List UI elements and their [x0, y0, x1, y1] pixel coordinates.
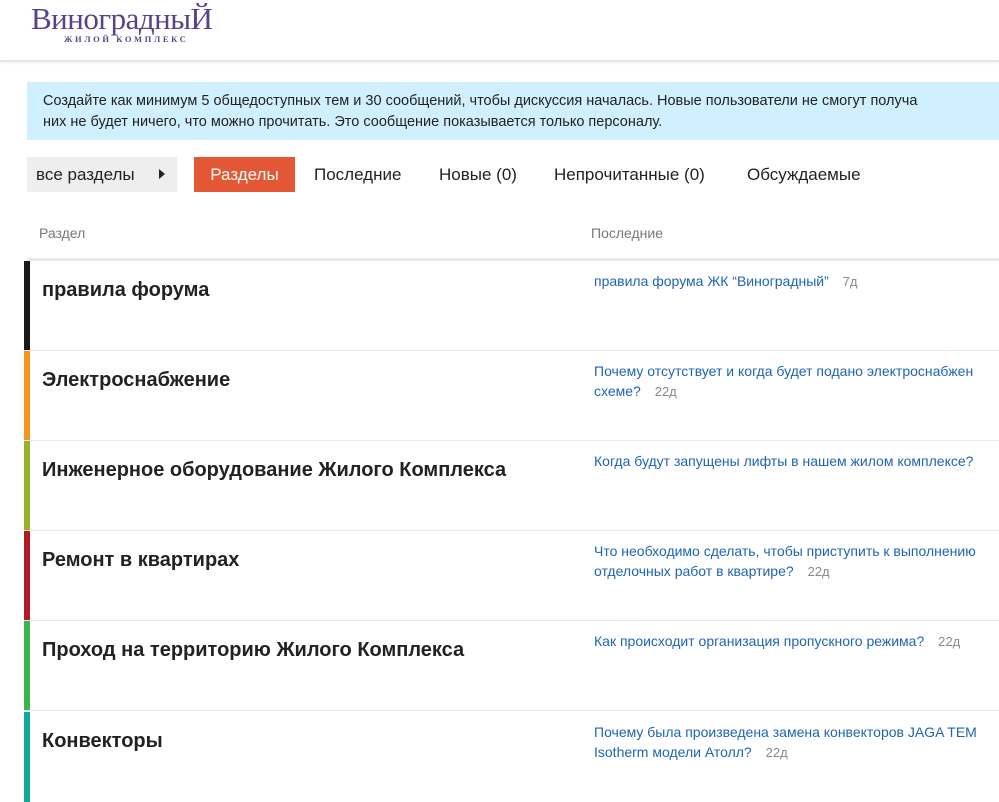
category-color-bar [24, 531, 30, 620]
latest-topic-link[interactable]: Почему отсутствует и когда будет подано … [594, 363, 973, 379]
latest-topic-link[interactable]: правила форума ЖК “Виноградный” [594, 273, 829, 289]
tab-unread[interactable]: Непрочитанные (0) [554, 157, 705, 192]
latest-topic: правила форума ЖК “Виноградный” 7д [594, 271, 999, 292]
latest-topic: Когда будут запущены лифты в нашем жилом… [594, 451, 999, 471]
latest-topic-link[interactable]: Как происходит организация пропускного р… [594, 633, 924, 649]
category-name-link[interactable]: Электроснабжение [42, 369, 230, 392]
column-header-latest: Последние [591, 225, 664, 241]
category-row: Инженерное оборудование Жилого Комплекса… [24, 441, 999, 531]
notice-line-2: них не будет ничего, что можно прочитать… [43, 114, 663, 130]
topic-age: 22д [765, 745, 788, 760]
latest-topic: Что необходимо сделать, чтобы приступить… [594, 541, 999, 582]
category-name-link[interactable]: Конвекторы [42, 730, 163, 753]
caret-right-icon [159, 169, 165, 179]
site-logo[interactable]: ВиноградныЙ ЖИЛОЙ КОМПЛЕКС [31, 2, 231, 48]
topic-age: 22д [807, 564, 830, 579]
latest-topic-link-cont[interactable]: отделочных работ в квартире? [594, 563, 794, 579]
latest-topic-link[interactable]: Что необходимо сделать, чтобы приступить… [594, 543, 976, 559]
column-header-category: Раздел [39, 225, 86, 241]
category-name-link[interactable]: правила форума [42, 279, 209, 302]
topic-age: 7д [842, 274, 858, 289]
tab-top[interactable]: Обсуждаемые [747, 157, 861, 192]
tab-latest[interactable]: Последние [314, 157, 401, 192]
latest-topic-link-cont[interactable]: Isotherm модели Атолл? [594, 744, 752, 760]
category-dropdown-label: все разделы [36, 165, 135, 184]
category-name-link[interactable]: Инженерное оборудование Жилого Комплекса [42, 459, 506, 482]
site-header: ВиноградныЙ ЖИЛОЙ КОМПЛЕКС [0, 0, 999, 62]
latest-topic: Почему была произведена замена конвектор… [594, 722, 999, 763]
topic-age: 22д [654, 384, 677, 399]
logo-subtitle: ЖИЛОЙ КОМПЛЕКС [64, 34, 189, 44]
notice-line-1: Создайте как минимум 5 общедоступных тем… [43, 93, 918, 109]
latest-topic: Как происходит организация пропускного р… [594, 631, 999, 652]
category-color-bar [24, 441, 30, 530]
category-row: Электроснабжение Почему отсутствует и ко… [24, 351, 999, 441]
category-color-bar [24, 351, 30, 440]
category-name-link[interactable]: Ремонт в квартирах [42, 549, 239, 572]
staff-notice-banner: Создайте как минимум 5 общедоступных тем… [27, 82, 999, 140]
category-row: Проход на территорию Жилого Комплекса Ка… [24, 621, 999, 711]
latest-topic-link[interactable]: Когда будут запущены лифты в нашем жилом… [594, 453, 973, 469]
tab-categories[interactable]: Разделы [194, 157, 295, 192]
category-name-link[interactable]: Проход на территорию Жилого Комплекса [42, 639, 464, 662]
category-color-bar [24, 712, 30, 802]
category-row: правила форума правила форума ЖК “Виногр… [24, 261, 999, 351]
category-dropdown[interactable]: все разделы [27, 157, 177, 192]
latest-topic-link[interactable]: Почему была произведена замена конвектор… [594, 724, 977, 740]
topic-age: 22д [938, 634, 961, 649]
category-color-bar [24, 261, 30, 350]
latest-topic: Почему отсутствует и когда будет подано … [594, 361, 999, 402]
category-color-bar [24, 621, 30, 710]
tab-new[interactable]: Новые (0) [439, 157, 517, 192]
category-row: Ремонт в квартирах Что необходимо сделат… [24, 531, 999, 621]
latest-topic-link-cont[interactable]: схеме? [594, 383, 641, 399]
logo-name: ВиноградныЙ [31, 1, 213, 36]
category-row: Конвекторы Почему была произведена замен… [24, 712, 999, 802]
